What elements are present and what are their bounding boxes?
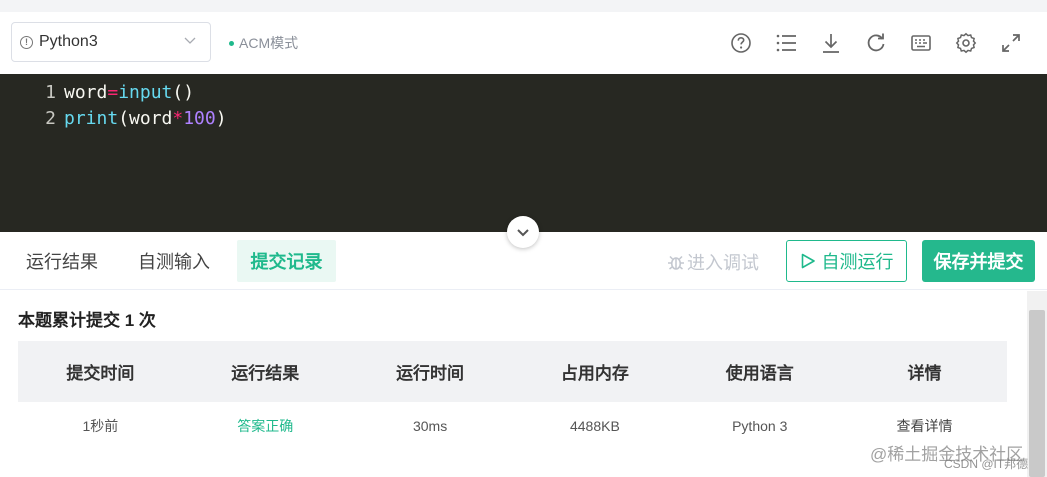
column-header: 运行时间	[396, 364, 465, 383]
settings-icon[interactable]	[943, 30, 988, 56]
download-icon[interactable]	[808, 30, 853, 56]
line-number: 1	[45, 81, 56, 103]
column-header: 运行结果	[231, 364, 300, 383]
self-test-run-button[interactable]: 自测运行	[786, 240, 907, 282]
code-token: word	[64, 81, 108, 103]
chevron-down-icon	[517, 229, 529, 237]
column-header: 使用语言	[725, 364, 794, 383]
code-token: input	[118, 81, 173, 103]
memory-cell: 4488KB	[569, 418, 620, 434]
table-header: 提交时间 运行结果 运行时间 占用内存 使用语言 详情	[18, 341, 1007, 402]
run-time-cell: 30ms	[412, 418, 448, 434]
debug-label: 进入调试	[687, 253, 759, 273]
submit-time-cell: 1秒前	[82, 418, 119, 434]
keyboard-icon[interactable]	[898, 30, 943, 56]
language-cell: Python 3	[732, 418, 788, 434]
chevron-down-icon	[184, 37, 196, 44]
debug-button[interactable]: 进入调试	[667, 250, 759, 274]
line-number: 2	[45, 107, 56, 129]
toolbar-icons	[718, 30, 1033, 56]
run-label: 自测运行	[821, 252, 894, 272]
acm-mode-text: ACM模式	[239, 35, 299, 51]
code-token: print	[64, 107, 119, 129]
code-editor[interactable]: 1 word = input() 2 print (word * 100)	[0, 74, 1047, 232]
code-token: =	[107, 81, 119, 103]
acm-mode-label: ACM模式	[229, 33, 298, 53]
submission-table: 提交时间 运行结果 运行时间 占用内存 使用语言 详情 1秒前 答案正确 30m…	[18, 341, 1007, 450]
watermark-sub: CSDN @IT邦德	[944, 457, 1029, 471]
help-icon[interactable]	[718, 30, 763, 56]
fullscreen-icon[interactable]	[988, 30, 1033, 56]
submission-summary: 本题累计提交 1 次	[18, 311, 156, 330]
editor-toolbar: ! Python3 ACM模式	[0, 12, 1047, 74]
code-line: 2 print (word * 100)	[0, 105, 227, 131]
language-value: Python3	[39, 33, 98, 50]
top-strip	[0, 0, 1047, 12]
tab-submission-history[interactable]: 提交记录	[237, 240, 336, 282]
collapse-button[interactable]	[507, 216, 539, 248]
list-icon[interactable]	[763, 30, 808, 56]
code-token: 100	[183, 107, 216, 129]
bug-icon	[668, 255, 684, 270]
table-row: 1秒前 答案正确 30ms 4488KB Python 3 查看详情	[18, 402, 1007, 450]
refresh-icon[interactable]	[853, 30, 898, 56]
code-token: )	[215, 107, 227, 129]
language-select[interactable]: ! Python3	[11, 22, 211, 62]
code-token: ()	[172, 81, 195, 103]
tab-self-test-input[interactable]: 自测输入	[126, 240, 222, 282]
code-token: (word	[118, 107, 173, 129]
column-header: 占用内存	[560, 364, 629, 383]
scrollbar-thumb[interactable]	[1029, 310, 1045, 477]
info-icon: !	[20, 35, 33, 49]
run-result-cell: 答案正确	[237, 418, 294, 434]
tab-run-result[interactable]: 运行结果	[14, 240, 110, 282]
status-dot	[229, 40, 234, 46]
column-header: 提交时间	[66, 364, 135, 383]
column-header: 详情	[907, 364, 942, 383]
save-and-submit-button[interactable]: 保存并提交	[922, 240, 1035, 282]
play-icon	[801, 253, 815, 269]
code-token: *	[172, 107, 184, 129]
code-line: 1 word = input()	[0, 79, 194, 105]
